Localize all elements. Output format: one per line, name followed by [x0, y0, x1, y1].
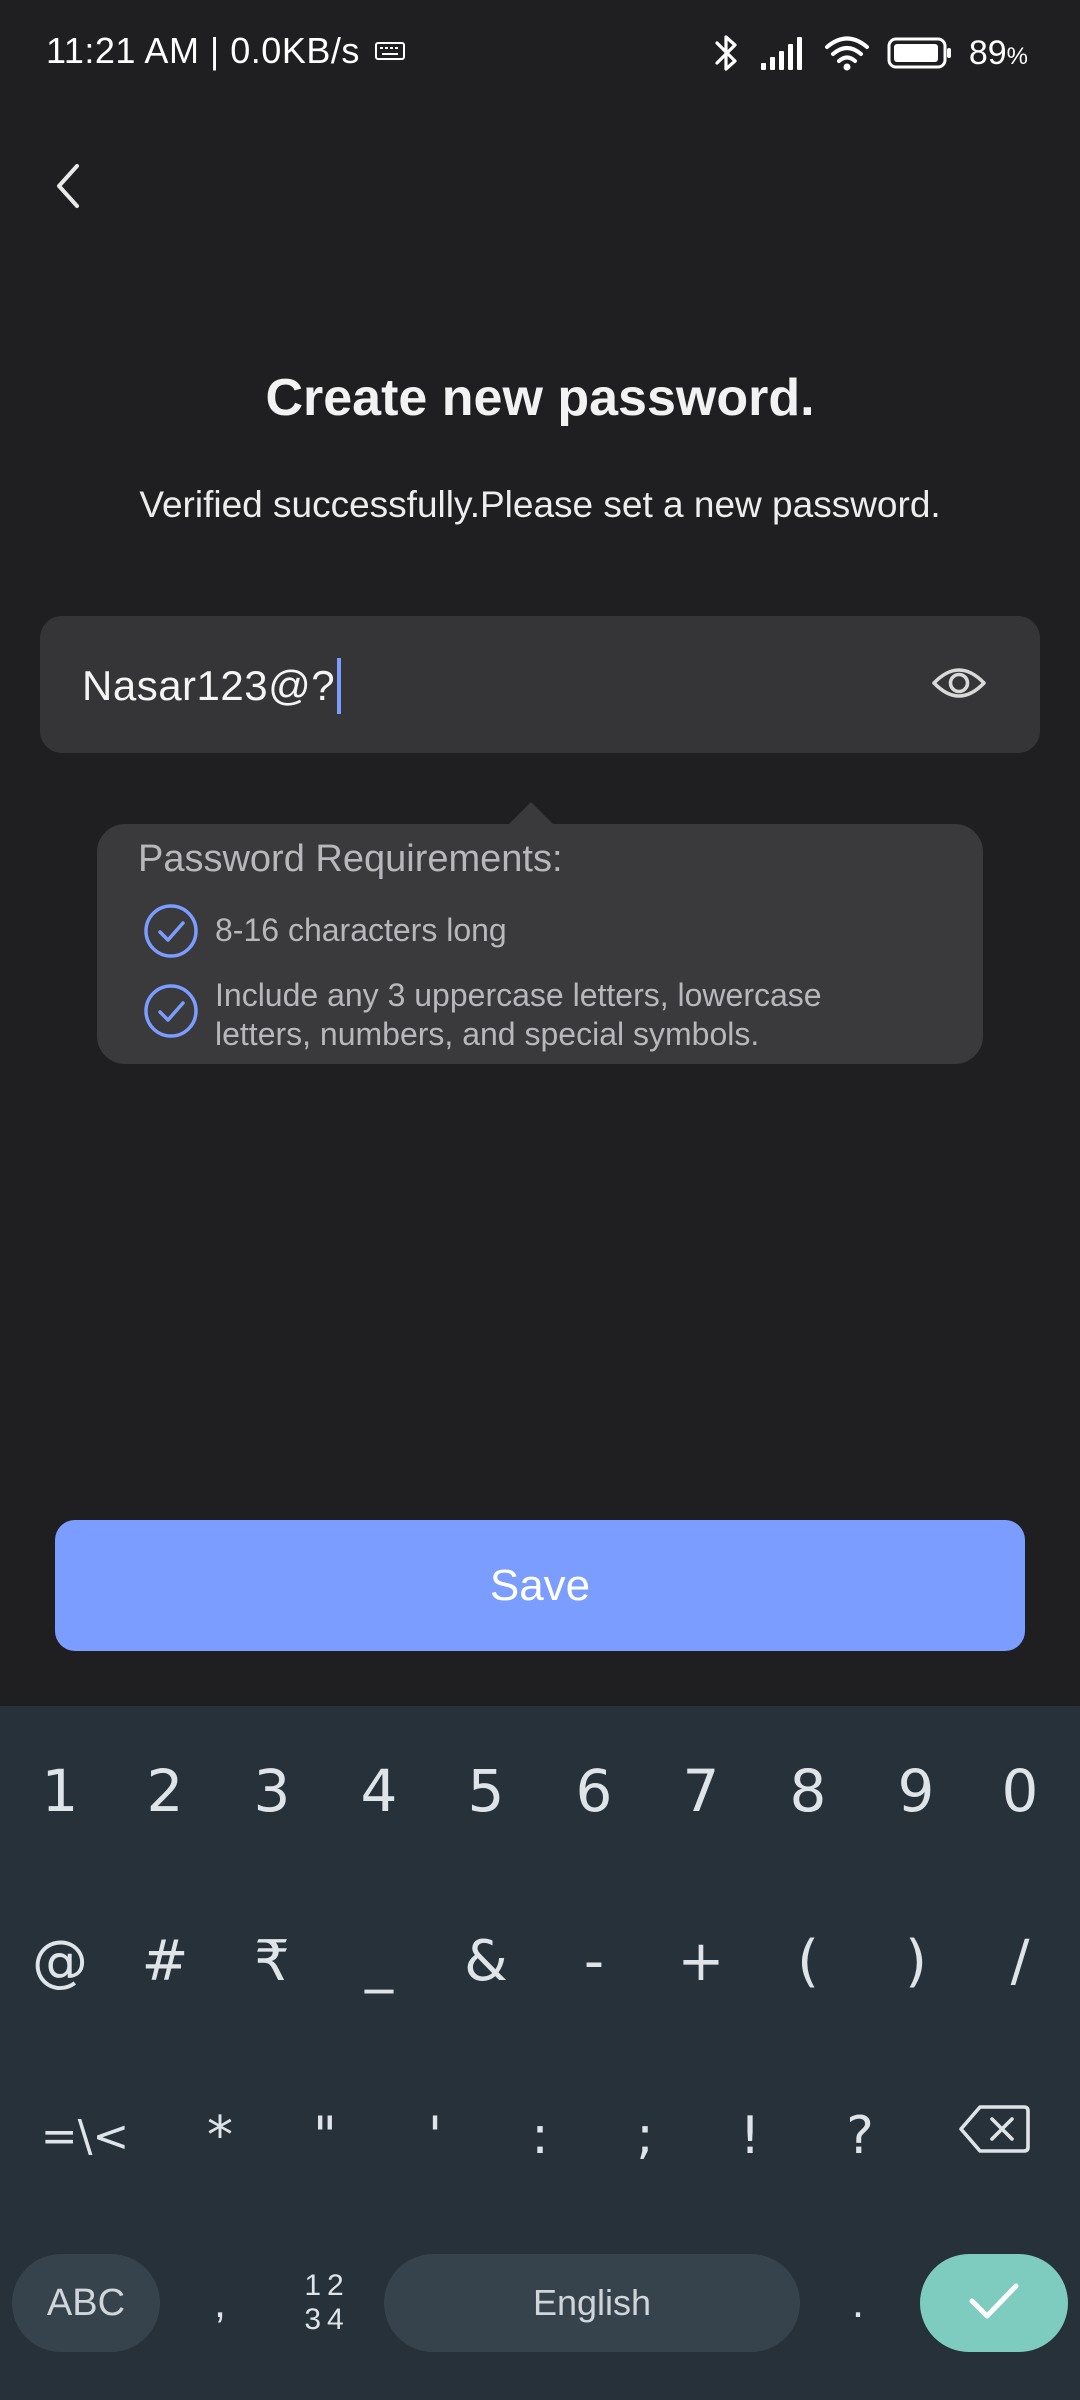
key-kb-row-3-3[interactable]: ' [385, 2051, 485, 2221]
requirement-item: 8-16 characters long [142, 902, 915, 960]
keyboard-row-punctuation: ?!;: ' " * =\< [0, 2051, 1080, 2221]
key-kb-row-1-8[interactable]: 9 [866, 1706, 966, 1876]
wifi-icon [823, 34, 871, 72]
key-kb-row-3-1[interactable]: * [170, 2051, 270, 2221]
number-layout-key[interactable]: 12 34 [290, 2254, 364, 2352]
key-kb-row-1-3[interactable]: 4 [329, 1706, 429, 1876]
requirement-text: 8-16 characters long [215, 912, 507, 948]
abc-key[interactable]: ABC [12, 2254, 160, 2352]
key-kb-row-2-9[interactable]: / [970, 1876, 1070, 2046]
status-time: 11:21 AM | 0.0KB/s [46, 30, 360, 71]
key-kb-row-3-7[interactable]: ? [810, 2051, 910, 2221]
save-button[interactable]: Save [55, 1520, 1025, 1651]
period-key[interactable]: . [830, 2254, 886, 2352]
back-button[interactable] [40, 160, 96, 216]
comma-key[interactable]: , [190, 2254, 250, 2352]
back-chevron-icon [53, 162, 83, 215]
key-kb-row-1-0[interactable]: 1 [10, 1706, 110, 1876]
key-kb-row-2-1[interactable]: # [115, 1876, 215, 2046]
keyboard-icon [375, 42, 405, 60]
checkmark-icon [966, 2279, 1022, 2328]
key-kb-row-2-6[interactable]: + [651, 1876, 751, 2046]
key-kb-row-1-2[interactable]: 3 [222, 1706, 322, 1876]
keyboard-row-symbols: @ # ₹ _ & - +() / [0, 1876, 1080, 2046]
done-key[interactable] [920, 2254, 1068, 2352]
status-icons: 89% [709, 28, 1028, 78]
battery-icon [887, 36, 953, 70]
popup-arrow [509, 802, 553, 824]
page-subtitle: Verified successfully.Please set a new p… [139, 484, 941, 525]
key-kb-row-3-4[interactable]: : [490, 2051, 590, 2221]
key-kb-row-2-2[interactable]: ₹ [222, 1876, 322, 2046]
keyboard-row-bottom: ABC , 12 34 English . [0, 2254, 1080, 2400]
password-requirements-popup: Password Requirements: 8-16 characters l… [97, 802, 983, 1064]
requirements-title: Password Requirements: [138, 838, 563, 880]
key-kb-row-1-5[interactable]: 6 [544, 1706, 644, 1876]
show-password-toggle[interactable] [928, 654, 990, 716]
key-kb-row-2-4[interactable]: & [436, 1876, 536, 2046]
key-kb-row-3-0[interactable]: =\< [30, 2051, 140, 2221]
key-kb-row-3-6[interactable]: ! [700, 2051, 800, 2221]
space-key[interactable]: English [384, 2254, 800, 2352]
signal-icon [759, 35, 807, 71]
requirement-text: Include any 3 uppercase letters, lowerca… [215, 977, 822, 1052]
eye-icon [931, 663, 987, 708]
number-layout-top: 12 [304, 2269, 350, 2302]
status-bar: 11:21 AM | 0.0KB/s 89% [0, 0, 1080, 110]
number-layout-bottom: 34 [304, 2303, 350, 2336]
key-kb-row-2-5[interactable]: - [544, 1876, 644, 2046]
backspace-key[interactable] [946, 2051, 1042, 2221]
key-kb-row-2-7[interactable]: ( [758, 1876, 858, 2046]
text-cursor [337, 658, 342, 714]
key-kb-row-2-3[interactable]: _ [329, 1876, 429, 2046]
key-kb-row-1-9[interactable]: 0 [970, 1706, 1070, 1876]
requirement-item: Include any 3 uppercase letters, lowerca… [142, 976, 915, 1054]
backspace-icon [958, 2103, 1030, 2169]
check-circle-icon [142, 902, 200, 960]
key-kb-row-2-0[interactable]: @ [10, 1876, 110, 2046]
key-kb-row-2-8[interactable]: ) [866, 1876, 966, 2046]
check-circle-icon [142, 982, 200, 1040]
keyboard-row-numbers: 1234567890 [0, 1706, 1080, 1876]
key-kb-row-3-2[interactable]: " [275, 2051, 375, 2221]
battery-percentage: 89% [968, 33, 1028, 72]
password-field[interactable]: Nasar123@? [40, 616, 1040, 753]
page-title: Create new password. [265, 369, 815, 427]
key-kb-row-1-6[interactable]: 7 [651, 1706, 751, 1876]
password-input[interactable]: Nasar123@? [82, 658, 342, 714]
bluetooth-icon [709, 33, 743, 73]
key-kb-row-3-5[interactable]: ; [595, 2051, 695, 2221]
key-kb-row-1-4[interactable]: 5 [436, 1706, 536, 1876]
key-kb-row-1-7[interactable]: 8 [758, 1706, 858, 1876]
keyboard: 1234567890 @ # ₹ _ & - +() / ?!;: ' " * =\< ABC , 1… [0, 1706, 1080, 2400]
password-value: Nasar123@? [82, 662, 336, 709]
key-kb-row-1-1[interactable]: 2 [115, 1706, 215, 1876]
